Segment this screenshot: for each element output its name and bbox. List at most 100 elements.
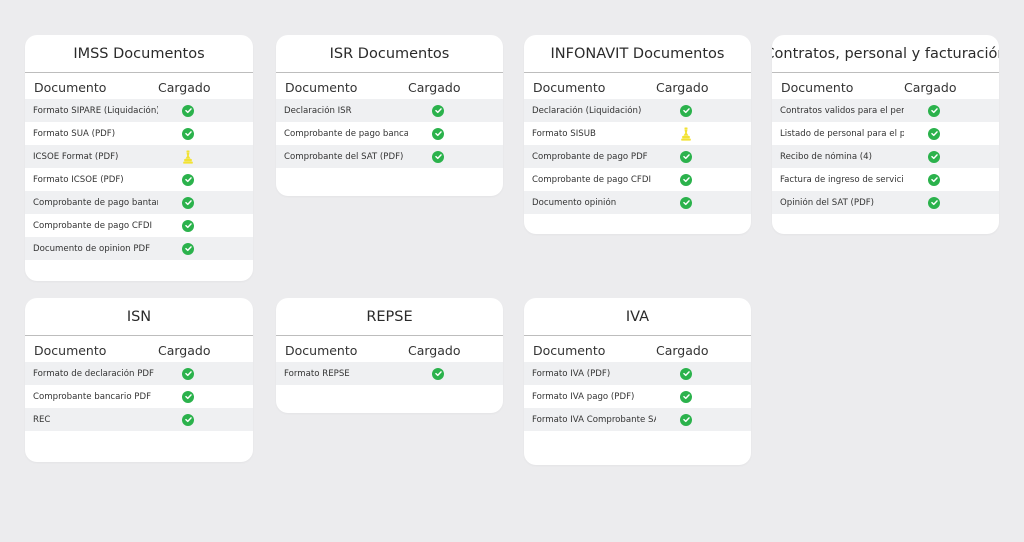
- table-header: Documento Cargado: [524, 336, 751, 362]
- check-icon: [928, 127, 940, 140]
- document-name: ICSOE Format (PDF): [33, 151, 119, 162]
- document-name: Comprobante de pago CFDI: [532, 174, 651, 185]
- column-header-document: Documento: [533, 80, 606, 95]
- document-name: Listado de personal para el periodo (4): [780, 128, 904, 139]
- table-row[interactable]: Formato SUA (PDF): [25, 122, 253, 145]
- loaded-status: [656, 367, 751, 380]
- loaded-status: [904, 150, 999, 163]
- table-row[interactable]: Comprobante de pago CFDI: [524, 168, 751, 191]
- document-name: Contratos validos para el periodo (1): [780, 105, 904, 116]
- table-row[interactable]: Comprobante de pago CFDI: [25, 214, 253, 237]
- table-row[interactable]: Documento opinión: [524, 191, 751, 214]
- table-row[interactable]: Formato SISUB: [524, 122, 751, 145]
- loaded-status: [656, 173, 751, 186]
- loaded-status: [408, 104, 503, 117]
- table-row[interactable]: ICSOE Format (PDF): [25, 145, 253, 168]
- check-icon: [182, 367, 194, 380]
- check-icon: [680, 413, 692, 426]
- table-row[interactable]: Formato IVA Comprobante SAT (PDF): [524, 408, 751, 431]
- table-row[interactable]: Formato IVA pago (PDF): [524, 385, 751, 408]
- check-icon: [182, 173, 194, 186]
- loaded-status: [408, 150, 503, 163]
- table-header: Documento Cargado: [524, 73, 751, 99]
- check-icon: [432, 150, 444, 163]
- table-row[interactable]: Declaración (Liquidación): [524, 99, 751, 122]
- document-name: Documento opinión: [532, 197, 617, 208]
- check-icon: [680, 104, 692, 117]
- check-icon: [680, 196, 692, 209]
- document-name: Comprobante de pago CFDI: [33, 220, 152, 231]
- table-row[interactable]: Formato de declaración PDF: [25, 362, 253, 385]
- card-isn: ISN Documento Cargado Formato de declara…: [25, 298, 253, 462]
- table-row[interactable]: Listado de personal para el periodo (4): [772, 122, 999, 145]
- card-title: ISR Documentos: [276, 35, 503, 73]
- document-name: Comprobante bancario PDF: [33, 391, 152, 402]
- column-header-document: Documento: [285, 80, 358, 95]
- check-icon: [928, 104, 940, 117]
- check-icon: [432, 104, 444, 117]
- table-row[interactable]: Contratos validos para el periodo (1): [772, 99, 999, 122]
- table-row[interactable]: Formato ICSOE (PDF): [25, 168, 253, 191]
- table-row[interactable]: Formato SIPARE (Liquidación) PDF: [25, 99, 253, 122]
- loaded-status: [158, 390, 253, 403]
- card-repse: REPSE Documento Cargado Formato REPSE: [276, 298, 503, 413]
- document-name: Formato REPSE: [284, 368, 350, 379]
- column-header-document: Documento: [285, 343, 358, 358]
- column-header-document: Documento: [781, 80, 854, 95]
- check-icon: [182, 219, 194, 232]
- card-isr-documentos: ISR Documentos Documento Cargado Declara…: [276, 35, 503, 196]
- column-header-loaded: Cargado: [408, 343, 461, 358]
- table-row[interactable]: Comprobante de pago bancario PDF: [276, 122, 503, 145]
- document-name: Formato de declaración PDF: [33, 368, 154, 379]
- table-row[interactable]: Comprobante del SAT (PDF): [276, 145, 503, 168]
- column-header-document: Documento: [34, 80, 107, 95]
- loaded-status: [656, 150, 751, 163]
- loaded-status: [408, 367, 503, 380]
- table-row[interactable]: Declaración ISR: [276, 99, 503, 122]
- table-row[interactable]: Comprobante bancario PDF: [25, 385, 253, 408]
- document-list: Declaración (Liquidación) Formato SISUB …: [524, 99, 751, 214]
- check-icon: [928, 150, 940, 163]
- check-icon: [182, 413, 194, 426]
- loaded-status: [158, 367, 253, 380]
- document-list: Formato SIPARE (Liquidación) PDF Formato…: [25, 99, 253, 260]
- table-header: Documento Cargado: [772, 73, 999, 99]
- loaded-status: [408, 127, 503, 140]
- document-name: Factura de ingreso de servicios (1): [780, 174, 904, 185]
- card-iva: IVA Documento Cargado Formato IVA (PDF) …: [524, 298, 751, 465]
- loaded-status: [904, 127, 999, 140]
- table-header: Documento Cargado: [25, 73, 253, 99]
- hourglass-icon: [681, 127, 691, 141]
- loaded-status: [158, 413, 253, 426]
- table-row[interactable]: Opinión del SAT (PDF): [772, 191, 999, 214]
- column-header-loaded: Cargado: [656, 80, 709, 95]
- document-name: Formato IVA Comprobante SAT (PDF): [532, 414, 656, 425]
- column-header-loaded: Cargado: [158, 80, 211, 95]
- table-row[interactable]: Recibo de nómina (4): [772, 145, 999, 168]
- card-infonavit-documentos: INFONAVIT Documentos Documento Cargado D…: [524, 35, 751, 234]
- check-icon: [182, 242, 194, 255]
- table-row[interactable]: Formato IVA (PDF): [524, 362, 751, 385]
- loaded-status: [158, 196, 253, 209]
- document-name: Comprobante del SAT (PDF): [284, 151, 404, 162]
- check-icon: [182, 196, 194, 209]
- document-list: Declaración ISR Comprobante de pago banc…: [276, 99, 503, 168]
- table-row[interactable]: Documento de opinion PDF: [25, 237, 253, 260]
- check-icon: [182, 390, 194, 403]
- card-title: REPSE: [276, 298, 503, 336]
- table-row[interactable]: Formato REPSE: [276, 362, 503, 385]
- table-row[interactable]: Comprobante de pago bantario PDF: [25, 191, 253, 214]
- check-icon: [680, 173, 692, 186]
- document-name: REC: [33, 414, 51, 425]
- table-row[interactable]: Factura de ingreso de servicios (1): [772, 168, 999, 191]
- document-name: Formato SISUB: [532, 128, 596, 139]
- table-header: Documento Cargado: [25, 336, 253, 362]
- document-name: Formato SIPARE (Liquidación) PDF: [33, 105, 158, 116]
- table-row[interactable]: REC: [25, 408, 253, 431]
- table-row[interactable]: Comprobante de pago PDF: [524, 145, 751, 168]
- check-icon: [928, 173, 940, 186]
- document-name: Formato IVA pago (PDF): [532, 391, 635, 402]
- loaded-status: [656, 196, 751, 209]
- document-name: Declaración ISR: [284, 105, 352, 116]
- document-name: Formato SUA (PDF): [33, 128, 116, 139]
